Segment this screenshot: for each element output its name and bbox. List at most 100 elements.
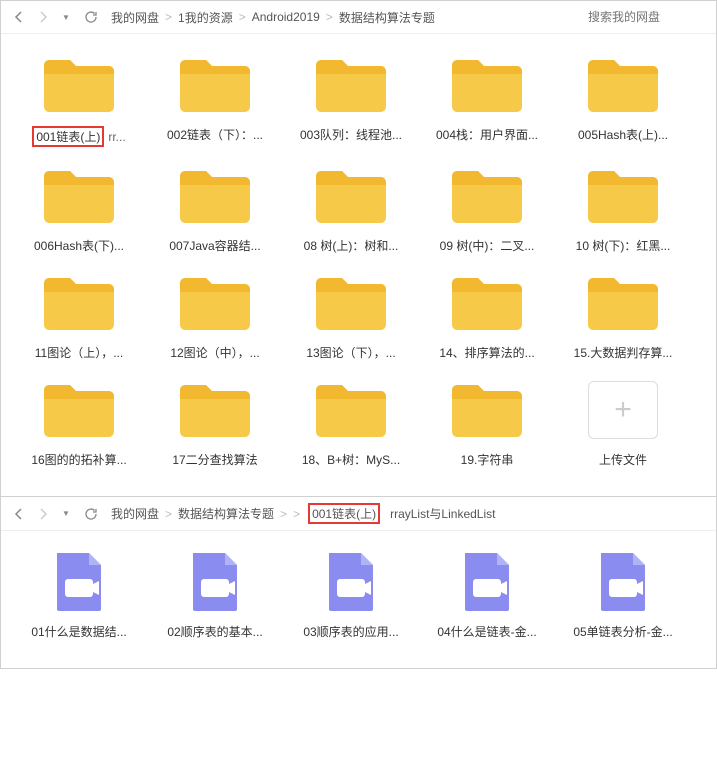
upload-label: 上传文件 — [560, 451, 686, 468]
upload-item[interactable]: + 上传文件 — [555, 379, 691, 468]
folder-item[interactable]: 15.大数据判存算... — [555, 272, 691, 361]
folder-icon — [40, 379, 118, 441]
refresh-button[interactable] — [81, 7, 101, 27]
video-item[interactable]: 03顺序表的应用... — [283, 551, 419, 640]
folder-icon — [312, 165, 390, 227]
folder-icon — [448, 379, 526, 441]
folder-icon — [312, 272, 390, 334]
folder-icon — [584, 54, 662, 116]
folder-label: 09 树(中)：二叉... — [424, 237, 550, 254]
breadcrumb-separator: > — [293, 507, 300, 521]
folder-item[interactable]: 13图论（下），... — [283, 272, 419, 361]
folder-item[interactable]: 003队列：线程池... — [283, 54, 419, 147]
folder-label: 004栈：用户界面... — [424, 126, 550, 143]
folder-icon — [176, 165, 254, 227]
breadcrumb-separator: > — [239, 10, 246, 24]
folder-label: 006Hash表(下)... — [16, 237, 142, 254]
panel-bottom: ▼ 我的网盘 > 数据结构算法专题 > >001链表(上) rrayList与Linked… — [0, 497, 717, 669]
folder-label: 17二分查找算法 — [152, 451, 278, 468]
breadcrumb-item[interactable]: 1我的资源 — [178, 9, 233, 26]
folder-item[interactable]: 007Java容器结... — [147, 165, 283, 254]
upload-icon: + — [584, 379, 662, 441]
refresh-button[interactable] — [81, 504, 101, 524]
breadcrumb-item[interactable]: 我的网盘 — [111, 505, 159, 522]
folder-grid: 001链表(上)rr... 002链表（下）：... 003队列：线程池... 004… — [1, 34, 716, 496]
toolbar-bottom: ▼ 我的网盘 > 数据结构算法专题 > >001链表(上) rrayList与Linked… — [1, 497, 716, 531]
video-icon — [312, 551, 390, 613]
folder-item[interactable]: 11图论（上），... — [11, 272, 147, 361]
folder-label: 15.大数据判存算... — [560, 344, 686, 361]
video-icon — [584, 551, 662, 613]
folder-item[interactable]: 19.字符串 — [419, 379, 555, 468]
breadcrumb-trail: rrayList与LinkedList — [390, 505, 495, 522]
folder-item[interactable]: 002链表（下）：... — [147, 54, 283, 147]
breadcrumb-item[interactable]: 数据结构算法专题 — [339, 9, 435, 26]
history-dropdown[interactable]: ▼ — [57, 7, 77, 27]
back-button[interactable] — [9, 7, 29, 27]
breadcrumb-separator: > — [326, 10, 333, 24]
folder-icon — [584, 272, 662, 334]
folder-label: 16图的的拓补算... — [16, 451, 142, 468]
video-item[interactable]: 02顺序表的基本... — [147, 551, 283, 640]
folder-item[interactable]: 17二分查找算法 — [147, 379, 283, 468]
breadcrumb-item[interactable]: Android2019 — [252, 10, 320, 24]
folder-icon — [448, 54, 526, 116]
folder-label: 002链表（下）：... — [152, 126, 278, 143]
breadcrumb-separator: > — [165, 507, 172, 521]
folder-item[interactable]: 004栈：用户界面... — [419, 54, 555, 147]
folder-item[interactable]: 12图论（中），... — [147, 272, 283, 361]
history-dropdown[interactable]: ▼ — [57, 504, 77, 524]
video-item[interactable]: 01什么是数据结... — [11, 551, 147, 640]
folder-label: 10 树(下)：红黑... — [560, 237, 686, 254]
folder-label: 007Java容器结... — [152, 237, 278, 254]
folder-icon — [584, 165, 662, 227]
video-grid: 01什么是数据结... 02顺序表的基本... 03顺序表的应用... 04什么是链表… — [1, 531, 716, 668]
breadcrumb-top: 我的网盘 >1我的资源 > Android2019 > 数据结构算法专题 — [111, 9, 584, 26]
breadcrumb-separator: > — [165, 10, 172, 24]
folder-label: 08 树(上)：树和... — [288, 237, 414, 254]
folder-item[interactable]: 001链表(上)rr... — [11, 54, 147, 147]
folder-icon — [176, 54, 254, 116]
video-label: 02顺序表的基本... — [152, 623, 278, 640]
forward-button[interactable] — [33, 504, 53, 524]
folder-item[interactable]: 08 树(上)：树和... — [283, 165, 419, 254]
folder-item[interactable]: 006Hash表(下)... — [11, 165, 147, 254]
folder-icon — [176, 379, 254, 441]
folder-label: 005Hash表(上)... — [560, 126, 686, 143]
breadcrumb-item-highlight[interactable]: 001链表(上) — [308, 503, 380, 524]
folder-item[interactable]: 09 树(中)：二叉... — [419, 165, 555, 254]
folder-label: 19.字符串 — [424, 451, 550, 468]
folder-item[interactable]: 005Hash表(上)... — [555, 54, 691, 147]
folder-label: 14、排序算法的... — [424, 344, 550, 361]
folder-icon — [312, 379, 390, 441]
folder-item[interactable]: 16图的的拓补算... — [11, 379, 147, 468]
back-button[interactable] — [9, 504, 29, 524]
folder-icon — [448, 165, 526, 227]
folder-icon — [40, 165, 118, 227]
video-label: 01什么是数据结... — [16, 623, 142, 640]
folder-icon — [40, 54, 118, 116]
video-icon — [40, 551, 118, 613]
folder-item[interactable]: 14、排序算法的... — [419, 272, 555, 361]
folder-label: 001链表(上)rr... — [16, 126, 142, 147]
video-item[interactable]: 05单链表分析-金... — [555, 551, 691, 640]
folder-label: 003队列：线程池... — [288, 126, 414, 143]
folder-icon — [176, 272, 254, 334]
breadcrumb-item[interactable]: 数据结构算法专题 — [178, 505, 274, 522]
search-input[interactable] — [588, 10, 708, 24]
video-label: 05单链表分析-金... — [560, 623, 686, 640]
video-item[interactable]: 04什么是链表-金... — [419, 551, 555, 640]
folder-item[interactable]: 10 树(下)：红黑... — [555, 165, 691, 254]
toolbar-top: ▼ 我的网盘 >1我的资源 > Android2019 > 数据结构算法专题 — [1, 1, 716, 34]
folder-item[interactable]: 18、B+树：MyS... — [283, 379, 419, 468]
folder-label: 13图论（下），... — [288, 344, 414, 361]
breadcrumb-item[interactable]: 我的网盘 — [111, 9, 159, 26]
folder-icon — [448, 272, 526, 334]
video-icon — [176, 551, 254, 613]
panel-top: ▼ 我的网盘 >1我的资源 > Android2019 > 数据结构算法专题 001链表(… — [0, 0, 717, 497]
video-label: 04什么是链表-金... — [424, 623, 550, 640]
folder-label: 12图论（中），... — [152, 344, 278, 361]
forward-button[interactable] — [33, 7, 53, 27]
breadcrumb-separator: > — [280, 507, 287, 521]
folder-icon — [40, 272, 118, 334]
